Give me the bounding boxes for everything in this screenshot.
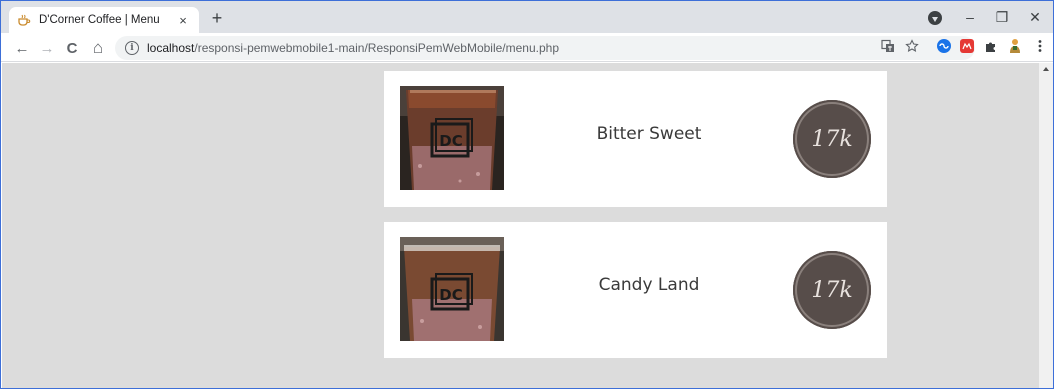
menu-item-name: Candy Land [598,275,700,295]
scroll-up-arrow-icon[interactable] [1043,67,1049,71]
tab-close-icon[interactable]: × [175,12,191,28]
url-text: localhost/responsi-pemwebmobile1-main/Re… [147,41,559,55]
restore-button[interactable]: ❐ [986,1,1018,33]
url-path: /responsi-pemwebmobile1-main/ResponsiPem… [194,41,559,55]
extension-icon[interactable] [937,39,951,53]
menu-item-card[interactable]: DC Bitter Sweet 17k [384,71,887,207]
tab-title: D'Corner Coffee | Menu [39,14,160,26]
drink-photo: DC [400,86,504,190]
url-host: localhost [147,41,195,55]
new-tab-button[interactable]: + [206,7,228,29]
drink-photo: DC [400,237,504,341]
minimize-button[interactable]: – [954,1,986,33]
browser-window: D'Corner Coffee | Menu × + – ❐ ✕ ← → C ⌂… [0,0,1054,389]
site-info-icon[interactable]: i [125,41,139,55]
back-button[interactable]: ← [11,37,33,59]
profile-icon[interactable] [1006,37,1024,55]
menu-item-name: Bitter Sweet [596,124,702,144]
price-badge: 17k [793,100,871,178]
page-content: DC Bitter Sweet 17k DC Candy Land 17k [2,63,1039,388]
price-badge: 17k [793,251,871,329]
price-text: 17k [811,277,853,303]
cup-logo-text: DC [439,286,462,304]
menu-item-card[interactable]: DC Candy Land 17k [384,222,887,358]
page-scrollbar[interactable] [1039,63,1053,388]
puzzle-icon[interactable] [981,37,999,55]
cup-logo-text: DC [439,132,462,150]
close-window-button[interactable]: ✕ [1019,1,1051,33]
extension-icon-red[interactable] [960,39,974,53]
translate-icon[interactable] [879,37,897,55]
address-bar[interactable]: i localhost/responsi-pemwebmobile1-main/… [115,36,975,60]
tab-strip: D'Corner Coffee | Menu × + – ❐ ✕ [1,1,1053,33]
browser-tab-menu[interactable]: D'Corner Coffee | Menu × [9,7,199,33]
coffee-cup-icon [17,13,31,27]
price-text: 17k [811,126,853,152]
star-icon[interactable] [903,37,921,55]
forward-button[interactable]: → [36,37,58,59]
menu-icon[interactable] [1031,37,1049,55]
browser-toolbar: ← → C ⌂ i localhost/responsi-pemwebmobil… [1,33,1053,62]
profile-dropdown-icon[interactable] [928,11,942,25]
reload-button[interactable]: C [61,37,83,59]
home-button[interactable]: ⌂ [87,37,109,59]
